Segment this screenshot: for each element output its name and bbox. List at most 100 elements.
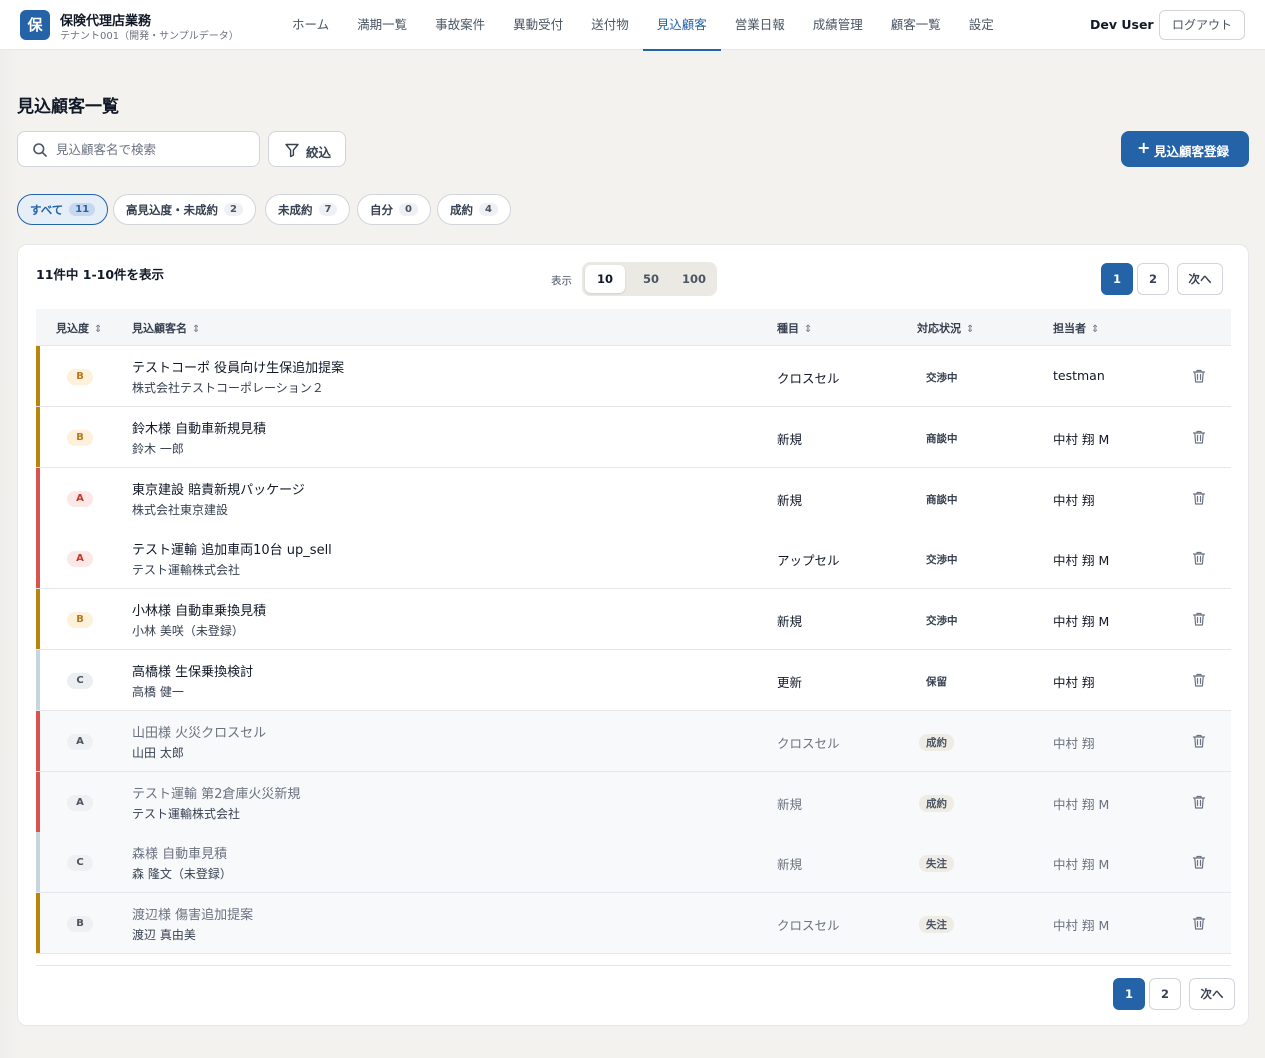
nav-item[interactable]: 異動受付 bbox=[499, 0, 577, 50]
status-badge: 保留 bbox=[926, 676, 947, 688]
page-button[interactable]: 2 bbox=[1149, 978, 1181, 1010]
table-row[interactable]: A 東京建設 賠責新規パッケージ 株式会社東京建設 新規 商談中 中村 翔 bbox=[36, 467, 1231, 529]
filter-chip[interactable]: 自分 0 bbox=[357, 194, 431, 225]
trash-icon[interactable] bbox=[1191, 854, 1207, 870]
trash-icon[interactable] bbox=[1191, 429, 1207, 445]
trash-icon[interactable] bbox=[1191, 611, 1207, 627]
trash-icon[interactable] bbox=[1191, 550, 1207, 566]
page-button[interactable]: 1 bbox=[1113, 978, 1145, 1010]
col-owner[interactable]: 担当者 ⇕ bbox=[1053, 320, 1099, 336]
trash-icon[interactable] bbox=[1191, 794, 1207, 810]
prospect-name[interactable]: 森様 自動車見積 bbox=[132, 843, 227, 862]
app-logo: 保 bbox=[20, 10, 50, 40]
prospect-name[interactable]: 山田様 火災クロスセル bbox=[132, 722, 266, 741]
nav-item[interactable]: 送付物 bbox=[577, 0, 643, 50]
table-row[interactable]: C 高橋様 生保乗換検討 高橋 健一 更新 保留 中村 翔 bbox=[36, 650, 1231, 711]
table-row[interactable]: B 小林様 自動車乗換見積 小林 美咲（未登録） 新規 交渉中 中村 翔 M bbox=[36, 589, 1231, 651]
filter-chip[interactable]: 未成約 7 bbox=[265, 194, 351, 225]
logout-button[interactable]: ログアウト bbox=[1159, 10, 1245, 40]
nav-item[interactable]: 営業日報 bbox=[721, 0, 799, 50]
level-indicator-bar bbox=[36, 528, 40, 589]
sort-icon: ⇕ bbox=[1091, 324, 1100, 335]
customer-name: 小林 美咲（未登録） bbox=[132, 624, 244, 639]
search-box[interactable] bbox=[17, 131, 260, 167]
table-row[interactable]: B 渡辺様 傷害追加提案 渡辺 真由美 クロスセル 失注 中村 翔 M bbox=[36, 893, 1231, 955]
trash-icon[interactable] bbox=[1191, 733, 1207, 749]
level-badge: A bbox=[67, 490, 93, 507]
page-shadow bbox=[0, 50, 18, 1058]
level-badge: B bbox=[67, 429, 93, 446]
level-badge: A bbox=[67, 794, 93, 811]
nav-item[interactable]: 設定 bbox=[955, 0, 1008, 50]
prospect-type: 新規 bbox=[777, 431, 803, 447]
nav-item[interactable]: 成績管理 bbox=[799, 0, 877, 50]
page-button[interactable]: 1 bbox=[1101, 263, 1133, 295]
prospect-name[interactable]: 渡辺様 傷害追加提案 bbox=[132, 904, 253, 923]
trash-icon[interactable] bbox=[1191, 915, 1207, 931]
level-indicator-bar bbox=[36, 771, 40, 832]
prospect-name[interactable]: 鈴木様 自動車新規見積 bbox=[132, 418, 266, 437]
prospect-name[interactable]: 高橋様 生保乗換検討 bbox=[132, 661, 253, 680]
owner-name: 中村 翔 M bbox=[1053, 857, 1110, 873]
table-row[interactable]: A 山田様 火災クロスセル 山田 太郎 クロスセル 成約 中村 翔 bbox=[36, 710, 1231, 772]
filter-chip[interactable]: 高見込度・未成約 2 bbox=[113, 194, 256, 225]
perpage-option[interactable]: 100 bbox=[674, 265, 714, 293]
search-input[interactable] bbox=[56, 132, 251, 166]
register-label: 見込顧客登録 bbox=[1154, 144, 1230, 159]
nav-item[interactable]: ホーム bbox=[278, 0, 343, 50]
next-page-button[interactable]: 次へ bbox=[1189, 978, 1235, 1010]
level-indicator-bar bbox=[36, 406, 40, 467]
level-indicator-bar bbox=[36, 710, 40, 771]
table-row[interactable]: B 鈴木様 自動車新規見積 鈴木 一郎 新規 商談中 中村 翔 M bbox=[36, 406, 1231, 468]
perpage-option[interactable]: 50 bbox=[631, 265, 671, 293]
prospect-name[interactable]: 東京建設 賠責新規パッケージ bbox=[132, 479, 305, 498]
page-button[interactable]: 2 bbox=[1137, 263, 1169, 295]
owner-name: 中村 翔 M bbox=[1053, 614, 1110, 630]
table-row[interactable]: B テストコーポ 役員向け生保追加提案 株式会社テストコーポレーション２ クロスセル 交… bbox=[36, 346, 1231, 407]
prospect-type: 更新 bbox=[777, 675, 803, 690]
prospect-name[interactable]: テストコーポ 役員向け生保追加提案 bbox=[132, 357, 344, 376]
trash-icon[interactable] bbox=[1191, 368, 1207, 384]
brand-subtitle: テナント001（開発・サンプルデータ） bbox=[60, 31, 239, 42]
prospect-name[interactable]: 小林様 自動車乗換見積 bbox=[132, 600, 266, 619]
nav-item[interactable]: 事故案件 bbox=[421, 0, 499, 50]
status-badge: 失注 bbox=[919, 855, 954, 873]
nav-item[interactable]: 顧客一覧 bbox=[877, 0, 955, 50]
prospect-type: クロスセル bbox=[777, 918, 840, 934]
col-name[interactable]: 見込顧客名 ⇕ bbox=[132, 320, 200, 336]
chip-count-badge: 7 bbox=[318, 203, 338, 216]
filter-icon bbox=[285, 143, 299, 158]
table-row[interactable]: A テスト運輸 第2倉庫火災新規 テスト運輸株式会社 新規 成約 中村 翔 M bbox=[36, 771, 1231, 833]
prospect-name[interactable]: テスト運輸 追加車両10台 up_sell bbox=[132, 539, 332, 558]
user-name: Dev User bbox=[1090, 17, 1154, 32]
nav-item[interactable]: 見込顧客 bbox=[642, 0, 721, 51]
nav-item[interactable]: 満期一覧 bbox=[343, 0, 421, 50]
sort-icon: ⇕ bbox=[966, 324, 975, 335]
filter-chip[interactable]: すべて 11 bbox=[17, 194, 109, 225]
perpage-option[interactable]: 10 bbox=[585, 265, 625, 293]
owner-name: 中村 翔 M bbox=[1053, 796, 1110, 812]
col-level[interactable]: 見込度 ⇕ bbox=[56, 320, 102, 336]
table-row[interactable]: C 森様 自動車見積森 隆文（未登録） 新規 失注 中村 翔 M bbox=[36, 832, 1231, 894]
level-indicator-bar bbox=[36, 467, 40, 528]
chip-count-badge: 0 bbox=[399, 203, 418, 216]
filter-chip[interactable]: 成約 4 bbox=[437, 194, 511, 225]
table-row[interactable]: A テスト運輸 追加車両10台 up_sell テスト運輸株式会社 アップセル 交渉中 中… bbox=[36, 528, 1231, 590]
chip-count-badge: 2 bbox=[224, 203, 243, 216]
owner-name: 中村 翔 bbox=[1053, 735, 1095, 751]
next-page-button[interactable]: 次へ bbox=[1177, 263, 1223, 295]
prospect-name[interactable]: テスト運輸 第2倉庫火災新規 bbox=[132, 783, 300, 802]
register-prospect-button[interactable]: + 見込顧客登録 bbox=[1121, 131, 1249, 167]
col-type[interactable]: 種目 ⇕ bbox=[777, 320, 812, 336]
app-header: 保 保険代理店業務 テナント001（開発・サンプルデータ） ホーム 満期一覧 事故案… bbox=[0, 0, 1265, 51]
level-badge: C bbox=[67, 855, 93, 872]
perpage-selector: 10 50 100 bbox=[582, 262, 717, 296]
col-status[interactable]: 対応状況 ⇕ bbox=[917, 320, 974, 336]
status-badge: 成約 bbox=[919, 794, 954, 812]
chip-label: 未成約 bbox=[278, 202, 313, 217]
filter-button[interactable]: 絞込 bbox=[268, 131, 346, 167]
status-badge: 商談中 bbox=[926, 493, 958, 506]
trash-icon[interactable] bbox=[1191, 490, 1207, 506]
trash-icon[interactable] bbox=[1191, 672, 1207, 688]
level-indicator-bar bbox=[36, 893, 40, 954]
